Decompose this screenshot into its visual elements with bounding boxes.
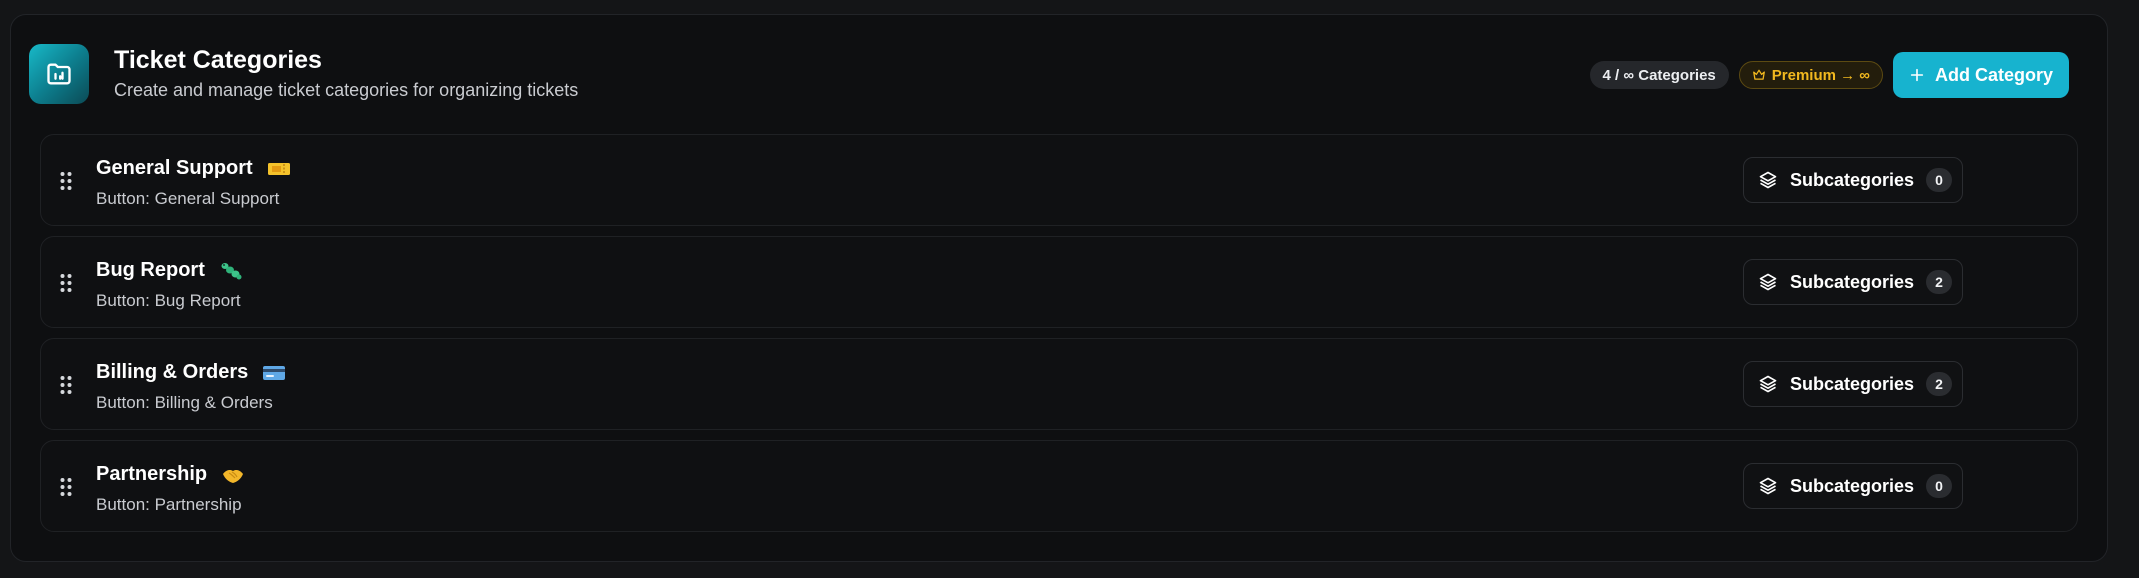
- category-name: Bug Report: [96, 259, 205, 281]
- premium-badge[interactable]: Premium → ∞: [1738, 61, 1883, 89]
- subcategories-button[interactable]: Subcategories 2: [1743, 259, 1963, 305]
- layers-icon: [1759, 477, 1777, 495]
- subcategories-label: Subcategories: [1790, 475, 1915, 496]
- subcategory-count-badge: 2: [1926, 270, 1953, 294]
- subcategory-count-badge: 2: [1926, 372, 1953, 396]
- plus-icon: [1910, 68, 1924, 82]
- layers-icon: [1759, 375, 1777, 393]
- drag-handle-icon[interactable]: [60, 375, 72, 395]
- crown-icon: [1752, 69, 1765, 80]
- category-button-label: Button: Bug Report: [96, 291, 241, 310]
- category-name: Partnership: [96, 463, 208, 485]
- folder-chart-icon: [29, 44, 89, 104]
- layers-icon: [1759, 273, 1777, 291]
- subcategories-button[interactable]: Subcategories 2: [1743, 361, 1963, 407]
- subcategory-count-badge: 0: [1926, 474, 1953, 498]
- handshake-icon: [223, 469, 244, 483]
- drag-handle-icon[interactable]: [60, 477, 72, 497]
- subcategories-label: Subcategories: [1790, 373, 1915, 394]
- subcategories-label: Subcategories: [1790, 271, 1915, 292]
- category-button-label: Button: Billing & Orders: [96, 393, 273, 412]
- layers-icon: [1759, 171, 1777, 189]
- add-category-label: Add Category: [1934, 64, 2053, 85]
- drag-handle-icon[interactable]: [60, 171, 72, 191]
- category-name: General Support: [96, 157, 253, 179]
- page-header: Ticket Categories Create and manage tick…: [29, 28, 2069, 106]
- bug-icon: [221, 262, 242, 279]
- category-row[interactable]: General Support Button: General Support …: [40, 134, 2078, 226]
- category-name: Billing & Orders: [96, 361, 249, 383]
- category-row[interactable]: Billing & Orders Button: Billing & Order…: [40, 338, 2078, 430]
- premium-label: Premium → ∞: [1771, 66, 1870, 84]
- category-title: Partnership: [96, 463, 245, 486]
- category-row[interactable]: Bug Report Button: Bug Report Subcategor…: [40, 236, 2078, 328]
- add-category-button[interactable]: Add Category: [1892, 52, 2069, 98]
- header-actions: 4 / ∞ Categories Premium → ∞ Add Categor…: [1589, 52, 2069, 98]
- category-list: General Support Button: General Support …: [40, 134, 2078, 542]
- category-title: Billing & Orders: [96, 361, 286, 384]
- subcategories-label: Subcategories: [1790, 169, 1915, 190]
- page-title: Ticket Categories: [114, 46, 322, 74]
- credit-card-icon: [263, 365, 286, 380]
- subcategories-button[interactable]: Subcategories 0: [1743, 157, 1963, 203]
- ticket-icon: [267, 162, 290, 175]
- page-subtitle: Create and manage ticket categories for …: [114, 80, 579, 100]
- category-button-label: Button: Partnership: [96, 495, 242, 514]
- category-count-badge: 4 / ∞ Categories: [1589, 61, 1729, 89]
- subcategory-count-badge: 0: [1926, 168, 1953, 192]
- subcategories-button[interactable]: Subcategories 0: [1743, 463, 1963, 509]
- drag-handle-icon[interactable]: [60, 273, 72, 293]
- category-row[interactable]: Partnership Button: Partnership Subcateg…: [40, 440, 2078, 532]
- category-title: General Support: [96, 157, 291, 180]
- category-button-label: Button: General Support: [96, 189, 280, 208]
- category-title: Bug Report: [96, 259, 243, 282]
